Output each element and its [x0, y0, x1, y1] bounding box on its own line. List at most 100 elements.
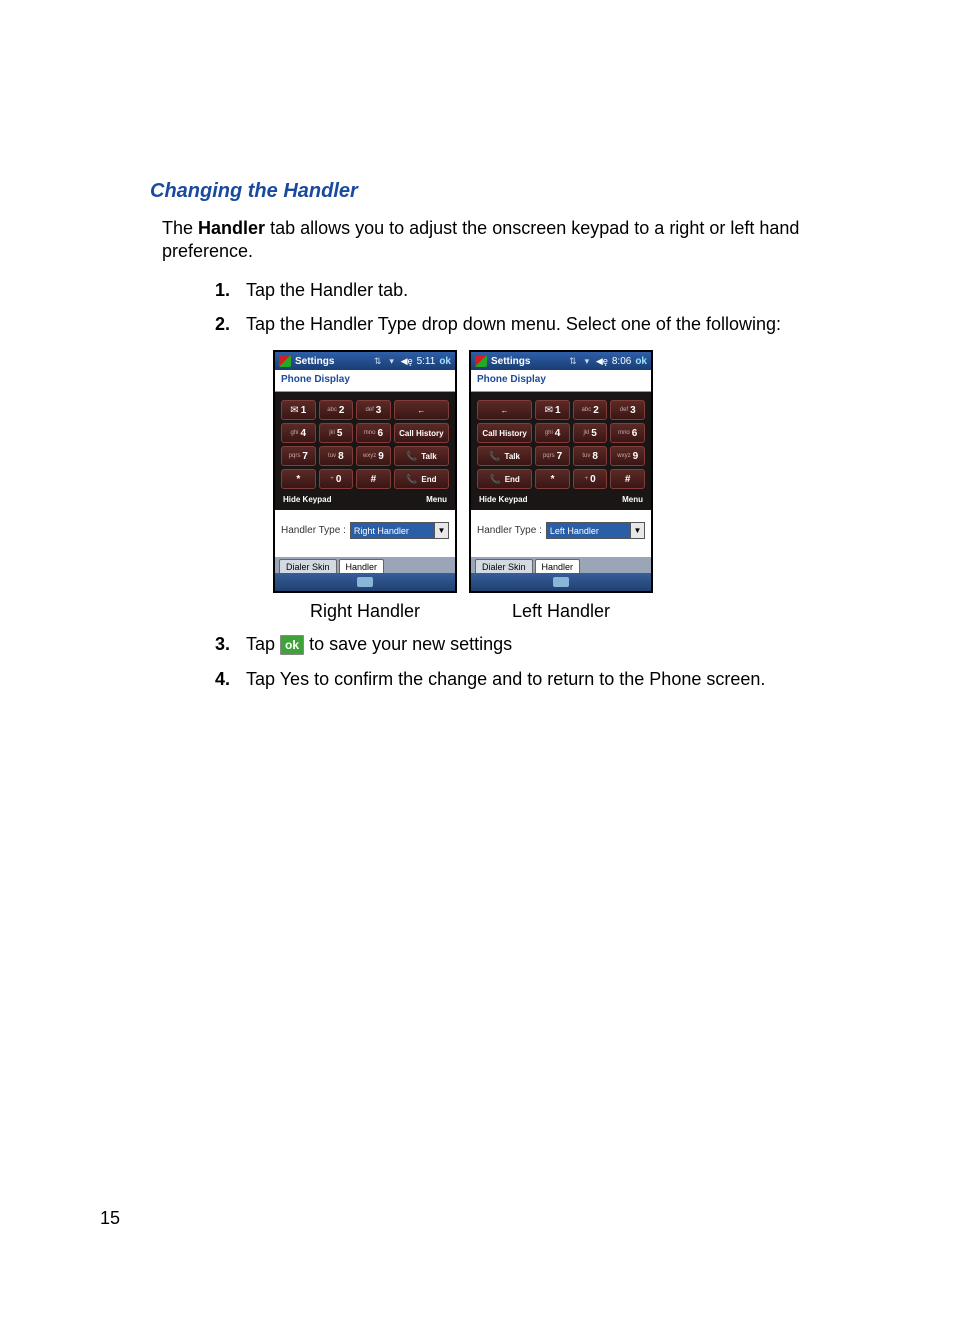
- title-text: Settings: [491, 356, 564, 367]
- letters: jkl: [329, 430, 335, 436]
- letters: def: [620, 407, 628, 413]
- digit: 3: [376, 405, 382, 416]
- key-0: +0: [319, 469, 354, 489]
- digit: 1: [555, 405, 561, 416]
- key-7: pqrs7: [535, 446, 570, 466]
- page-number: 15: [100, 1208, 120, 1229]
- chevron-down-icon: ▼: [630, 523, 644, 538]
- dropdown-value: Right Handler: [351, 523, 434, 538]
- tabs-row: Dialer Skin Handler: [275, 557, 455, 573]
- step-number: 2.: [202, 312, 230, 336]
- clock-text: 8:06: [612, 356, 631, 367]
- letters: wxyz: [617, 453, 630, 459]
- tab-handler: Handler: [339, 559, 385, 573]
- title-bar: Settings ⇅ ▾ ◀ę 5:11 ok: [275, 352, 455, 370]
- text: screen.: [701, 669, 765, 689]
- intro-bold: Handler: [198, 218, 265, 238]
- label: Call History: [482, 429, 526, 438]
- digit: 7: [302, 451, 308, 462]
- key-9: wxyz9: [610, 446, 645, 466]
- key-backspace: ←: [477, 400, 532, 420]
- digit: *: [296, 474, 300, 485]
- letters: +: [585, 476, 589, 482]
- letters: abc: [327, 407, 337, 413]
- digit: #: [625, 474, 631, 485]
- digit: *: [551, 474, 555, 485]
- text: to save your new settings: [309, 634, 512, 654]
- keypad-area: ✉1 abc2 def3 ← ghi4 jkl5 mno6 Call Histo…: [275, 392, 455, 510]
- key-7: pqrs7: [281, 446, 316, 466]
- text-bold: Yes: [280, 669, 309, 689]
- key-3: def3: [356, 400, 391, 420]
- letters: tuv: [328, 453, 336, 459]
- key-3: def3: [610, 400, 645, 420]
- tab-dialer-skin: Dialer Skin: [475, 559, 533, 573]
- digit: 6: [632, 428, 638, 439]
- key-call-history: Call History: [394, 423, 449, 443]
- backspace-icon: ←: [501, 406, 509, 415]
- step-2: 2. Tap the Handler Type drop down menu. …: [202, 312, 854, 336]
- tab-handler: Handler: [535, 559, 581, 573]
- letters: wxyz: [363, 453, 376, 459]
- key-5: jkl5: [319, 423, 354, 443]
- steps-list: 1. Tap the Handler tab. 2. Tap the Handl…: [202, 278, 854, 337]
- voicemail-icon: ✉: [290, 405, 298, 416]
- section-heading: Changing the Handler: [150, 180, 854, 203]
- screen-header: Phone Display: [471, 370, 651, 392]
- soft-key-bar: [275, 573, 455, 591]
- keypad-bottom-bar: Hide Keypad Menu: [477, 495, 645, 506]
- screenshot-left-handler: Settings ⇅ ▾ ◀ę 8:06 ok Phone Display ← …: [469, 350, 653, 593]
- key-end: 📞End: [477, 469, 532, 489]
- key-4: ghi4: [535, 423, 570, 443]
- step-3: 3. Tap ok to save your new settings: [202, 632, 854, 656]
- start-icon: [475, 355, 487, 367]
- steps-list-continued: 3. Tap ok to save your new settings 4. T…: [202, 632, 854, 691]
- voicemail-icon: ✉: [545, 405, 553, 416]
- backspace-icon: ←: [417, 406, 425, 415]
- figure-row: Settings ⇅ ▾ ◀ę 5:11 ok Phone Display ✉1…: [273, 350, 854, 593]
- text: Tap: [246, 634, 280, 654]
- letters: pqrs: [543, 453, 555, 459]
- keypad-area: ← ✉1 abc2 def3 Call History ghi4 jkl5 mn…: [471, 392, 651, 510]
- key-5: jkl5: [573, 423, 608, 443]
- letters: abc: [582, 407, 592, 413]
- handler-type-dropdown: Left Handler ▼: [546, 522, 645, 539]
- key-1: ✉1: [281, 400, 316, 420]
- text: Tap: [246, 669, 280, 689]
- digit: 2: [593, 405, 599, 416]
- step-content: Tap the Handler tab.: [246, 278, 854, 302]
- text: Tap the: [246, 280, 310, 300]
- captions-row: Right Handler Left Handler: [273, 601, 854, 622]
- digit: 4: [555, 428, 561, 439]
- handler-type-row: Handler Type : Right Handler ▼: [275, 510, 455, 557]
- key-call-history: Call History: [477, 423, 532, 443]
- text: Tap the: [246, 314, 310, 334]
- digit: 7: [557, 451, 563, 462]
- keyboard-icon: [357, 577, 373, 587]
- digit: 8: [592, 451, 598, 462]
- chevron-down-icon: ▼: [434, 523, 448, 538]
- step-1: 1. Tap the Handler tab.: [202, 278, 854, 302]
- digit: 6: [377, 428, 383, 439]
- key-star: *: [535, 469, 570, 489]
- tab-dialer-skin: Dialer Skin: [279, 559, 337, 573]
- screen-header: Phone Display: [275, 370, 455, 392]
- key-hash: #: [356, 469, 391, 489]
- text: to confirm the change and to return to t…: [309, 669, 649, 689]
- letters: tuv: [582, 453, 590, 459]
- key-6: mno6: [610, 423, 645, 443]
- letters: ghi: [545, 430, 553, 436]
- label: End: [421, 475, 436, 484]
- digit: 1: [301, 405, 307, 416]
- keypad-grid: ✉1 abc2 def3 ← ghi4 jkl5 mno6 Call Histo…: [281, 400, 449, 489]
- step-4: 4. Tap Yes to confirm the change and to …: [202, 667, 854, 691]
- title-bar: Settings ⇅ ▾ ◀ę 8:06 ok: [471, 352, 651, 370]
- digit: 5: [591, 428, 597, 439]
- label: Talk: [421, 452, 436, 461]
- signal-icon: ▾: [387, 356, 397, 367]
- handler-type-dropdown: Right Handler ▼: [350, 522, 449, 539]
- dropdown-value: Left Handler: [547, 523, 630, 538]
- key-4: ghi4: [281, 423, 316, 443]
- label: End: [505, 475, 520, 484]
- digit: 5: [337, 428, 343, 439]
